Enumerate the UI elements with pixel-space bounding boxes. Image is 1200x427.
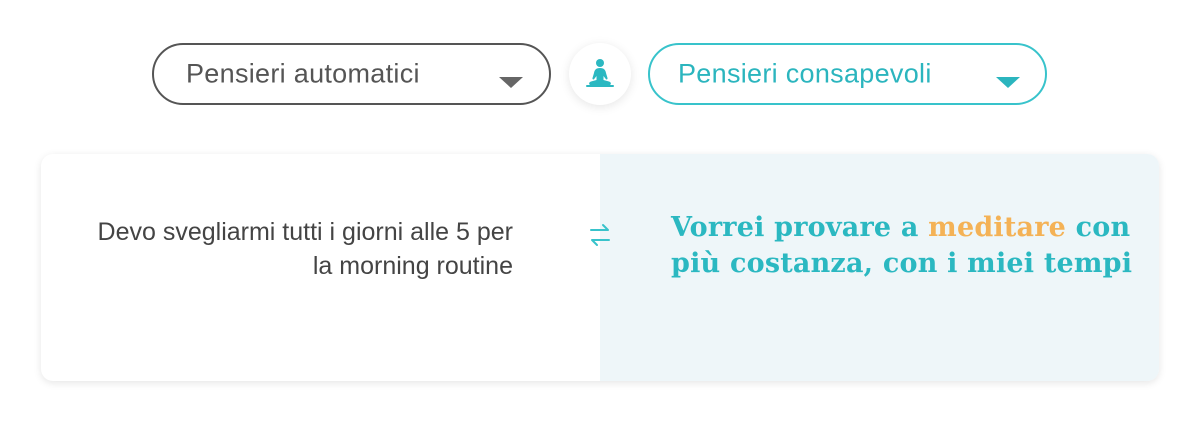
automatic-thoughts-dropdown[interactable]: Pensieri automatici <box>152 43 551 105</box>
mindful-thought-highlight: meditare <box>928 212 1067 243</box>
chevron-down-icon <box>499 77 523 88</box>
thought-converter: Pensieri automatici Pensieri consapevoli… <box>0 0 1200 427</box>
mindful-thoughts-dropdown[interactable]: Pensieri consapevoli <box>648 43 1047 105</box>
meditation-icon <box>586 59 614 87</box>
mindful-thoughts-label: Pensieri consapevoli <box>678 58 932 89</box>
chevron-down-icon <box>996 77 1020 88</box>
meditation-badge <box>569 43 631 105</box>
automatic-thoughts-label: Pensieri automatici <box>186 58 420 89</box>
thought-card: Devo svegliarmi tutti i giorni alle 5 pe… <box>41 154 1159 381</box>
mindful-thought-before: Vorrei provare a <box>671 212 929 243</box>
automatic-thought-text: Devo svegliarmi tutti i giorni alle 5 pe… <box>97 218 513 280</box>
swap-arrows-icon[interactable] <box>587 220 613 250</box>
mindful-thought-text: Vorrei provare a meditare con più costan… <box>671 210 1141 282</box>
